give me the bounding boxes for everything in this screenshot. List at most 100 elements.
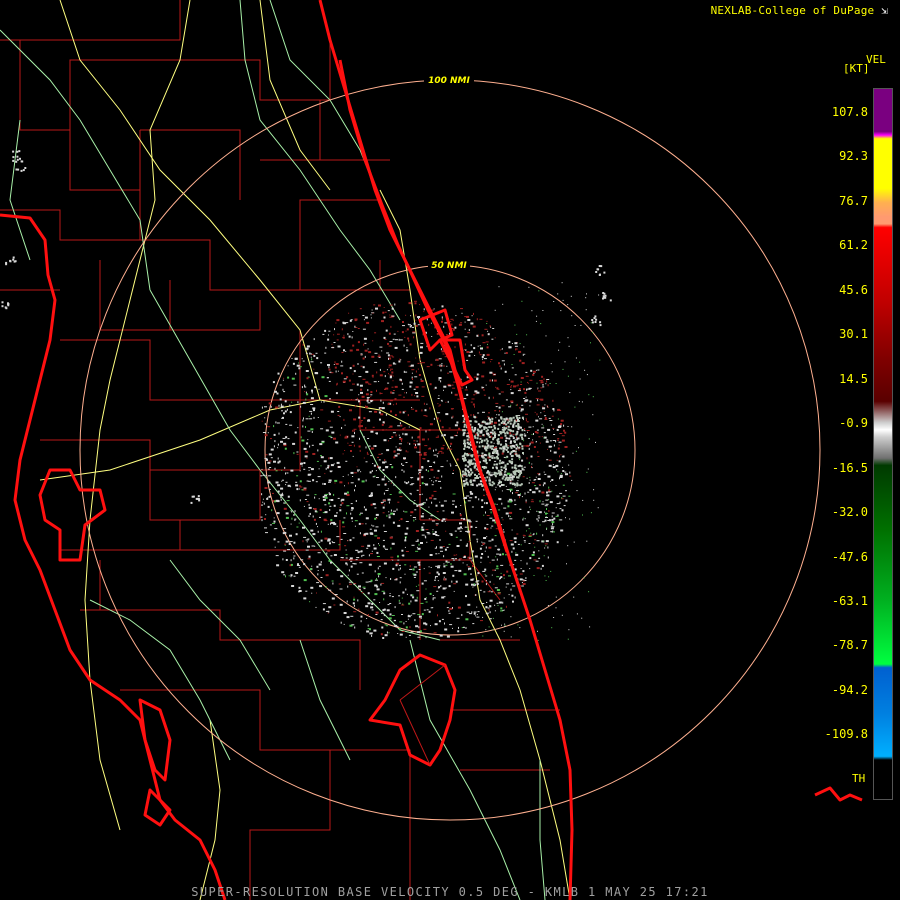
echo-pixel bbox=[282, 479, 284, 481]
echo-pixel bbox=[339, 434, 341, 436]
echo-pixel bbox=[460, 519, 463, 521]
echo-pixel bbox=[315, 606, 317, 608]
echo-pixel bbox=[395, 339, 398, 341]
echo-pixel bbox=[281, 571, 285, 574]
echo-pixel bbox=[340, 575, 344, 578]
echo-pixel bbox=[446, 365, 448, 367]
echo-pixel bbox=[387, 342, 389, 345]
echo-pixel bbox=[463, 626, 465, 628]
echo-pixel bbox=[564, 361, 566, 363]
echo-pixel bbox=[483, 394, 486, 396]
echo-pixel bbox=[489, 476, 491, 479]
echo-pixel bbox=[510, 380, 514, 383]
echo-pixel bbox=[424, 409, 427, 412]
echo-pixel bbox=[370, 553, 373, 555]
echo-pixel bbox=[533, 446, 536, 448]
echo-pixel bbox=[489, 517, 493, 519]
echo-pixel bbox=[522, 579, 525, 581]
echo-pixel bbox=[540, 567, 542, 570]
echo-pixel bbox=[510, 543, 514, 546]
echo-pixel bbox=[588, 591, 590, 593]
echo-pixel bbox=[495, 446, 497, 448]
echo-pixel bbox=[489, 422, 492, 425]
echo-pixel bbox=[503, 577, 505, 579]
echo-pixel bbox=[508, 575, 511, 577]
echo-pixel bbox=[503, 609, 505, 611]
echo-pixel bbox=[534, 539, 537, 541]
echo-pixel bbox=[496, 503, 498, 505]
echo-pixel bbox=[433, 498, 437, 500]
echo-pixel bbox=[483, 537, 487, 539]
echo-pixel bbox=[363, 319, 365, 321]
echo-pixel bbox=[512, 585, 516, 587]
echo-pixel bbox=[548, 510, 550, 512]
echo-pixel bbox=[371, 309, 373, 311]
echo-pixel bbox=[466, 543, 468, 546]
echo-pixel bbox=[465, 501, 467, 504]
echo-pixel bbox=[514, 324, 516, 326]
echo-pixel bbox=[418, 472, 421, 473]
echo-pixel bbox=[557, 471, 559, 473]
echo-pixel bbox=[562, 299, 564, 301]
legend-tick-label: 45.6 bbox=[839, 282, 868, 297]
echo-pixel bbox=[441, 519, 444, 522]
echo-pixel bbox=[349, 409, 352, 412]
echo-pixel bbox=[418, 569, 421, 570]
echo-pixel bbox=[551, 371, 553, 373]
echo-pixel bbox=[505, 423, 508, 426]
echo-pixel bbox=[534, 491, 536, 494]
echo-pixel bbox=[484, 328, 488, 330]
echo-pixel bbox=[424, 445, 428, 447]
echo-pixel bbox=[313, 368, 315, 370]
echo-pixel bbox=[544, 404, 546, 406]
echo-pixel bbox=[537, 630, 538, 632]
echo-pixel bbox=[389, 400, 393, 402]
echo-pixel bbox=[440, 585, 442, 587]
echo-pixel bbox=[495, 594, 497, 596]
echo-pixel bbox=[359, 562, 363, 564]
echo-pixel bbox=[497, 469, 500, 472]
echo-pixel bbox=[353, 418, 357, 421]
echo-pixel bbox=[342, 476, 344, 477]
echo-pixel bbox=[463, 455, 465, 458]
echo-pixel bbox=[443, 565, 446, 568]
echo-pixel bbox=[443, 325, 445, 328]
echo-pixel bbox=[395, 476, 397, 479]
echo-pixel bbox=[545, 383, 547, 385]
echo-pixel bbox=[464, 526, 468, 528]
echo-pixel bbox=[357, 599, 359, 602]
echo-pixel bbox=[352, 455, 354, 457]
echo-pixel bbox=[551, 521, 555, 524]
echo-pixel bbox=[553, 444, 555, 447]
echo-pixel bbox=[388, 516, 391, 519]
echo-pixel bbox=[476, 540, 478, 543]
echo-pixel bbox=[407, 337, 410, 340]
echo-pixel bbox=[370, 396, 372, 398]
echo-pixel bbox=[491, 538, 494, 541]
echo-pixel bbox=[363, 337, 367, 340]
echo-pixel bbox=[374, 361, 378, 363]
echo-pixel bbox=[335, 322, 337, 324]
echo-pixel bbox=[493, 456, 496, 459]
echo-pixel bbox=[345, 350, 347, 352]
echo-pixel bbox=[525, 419, 527, 422]
echo-pixel bbox=[464, 336, 468, 338]
echo-pixel bbox=[487, 555, 489, 558]
echo-pixel bbox=[448, 385, 452, 387]
echo-pixel bbox=[372, 340, 374, 342]
echo-pixel bbox=[412, 378, 413, 380]
echo-pixel bbox=[363, 417, 366, 420]
echo-pixel bbox=[375, 477, 379, 478]
echo-pixel bbox=[380, 583, 382, 586]
echo-pixel bbox=[429, 407, 431, 410]
echo-pixel bbox=[485, 613, 489, 615]
echo-pixel bbox=[466, 393, 469, 396]
echo-pixel bbox=[456, 458, 459, 461]
echo-pixel bbox=[547, 546, 549, 549]
echo-pixel bbox=[574, 406, 576, 408]
echo-pixel bbox=[361, 545, 365, 547]
echo-pixel bbox=[343, 349, 345, 352]
echo-pixel bbox=[508, 379, 510, 381]
echo-pixel bbox=[275, 421, 277, 424]
echo-pixel bbox=[357, 328, 360, 329]
